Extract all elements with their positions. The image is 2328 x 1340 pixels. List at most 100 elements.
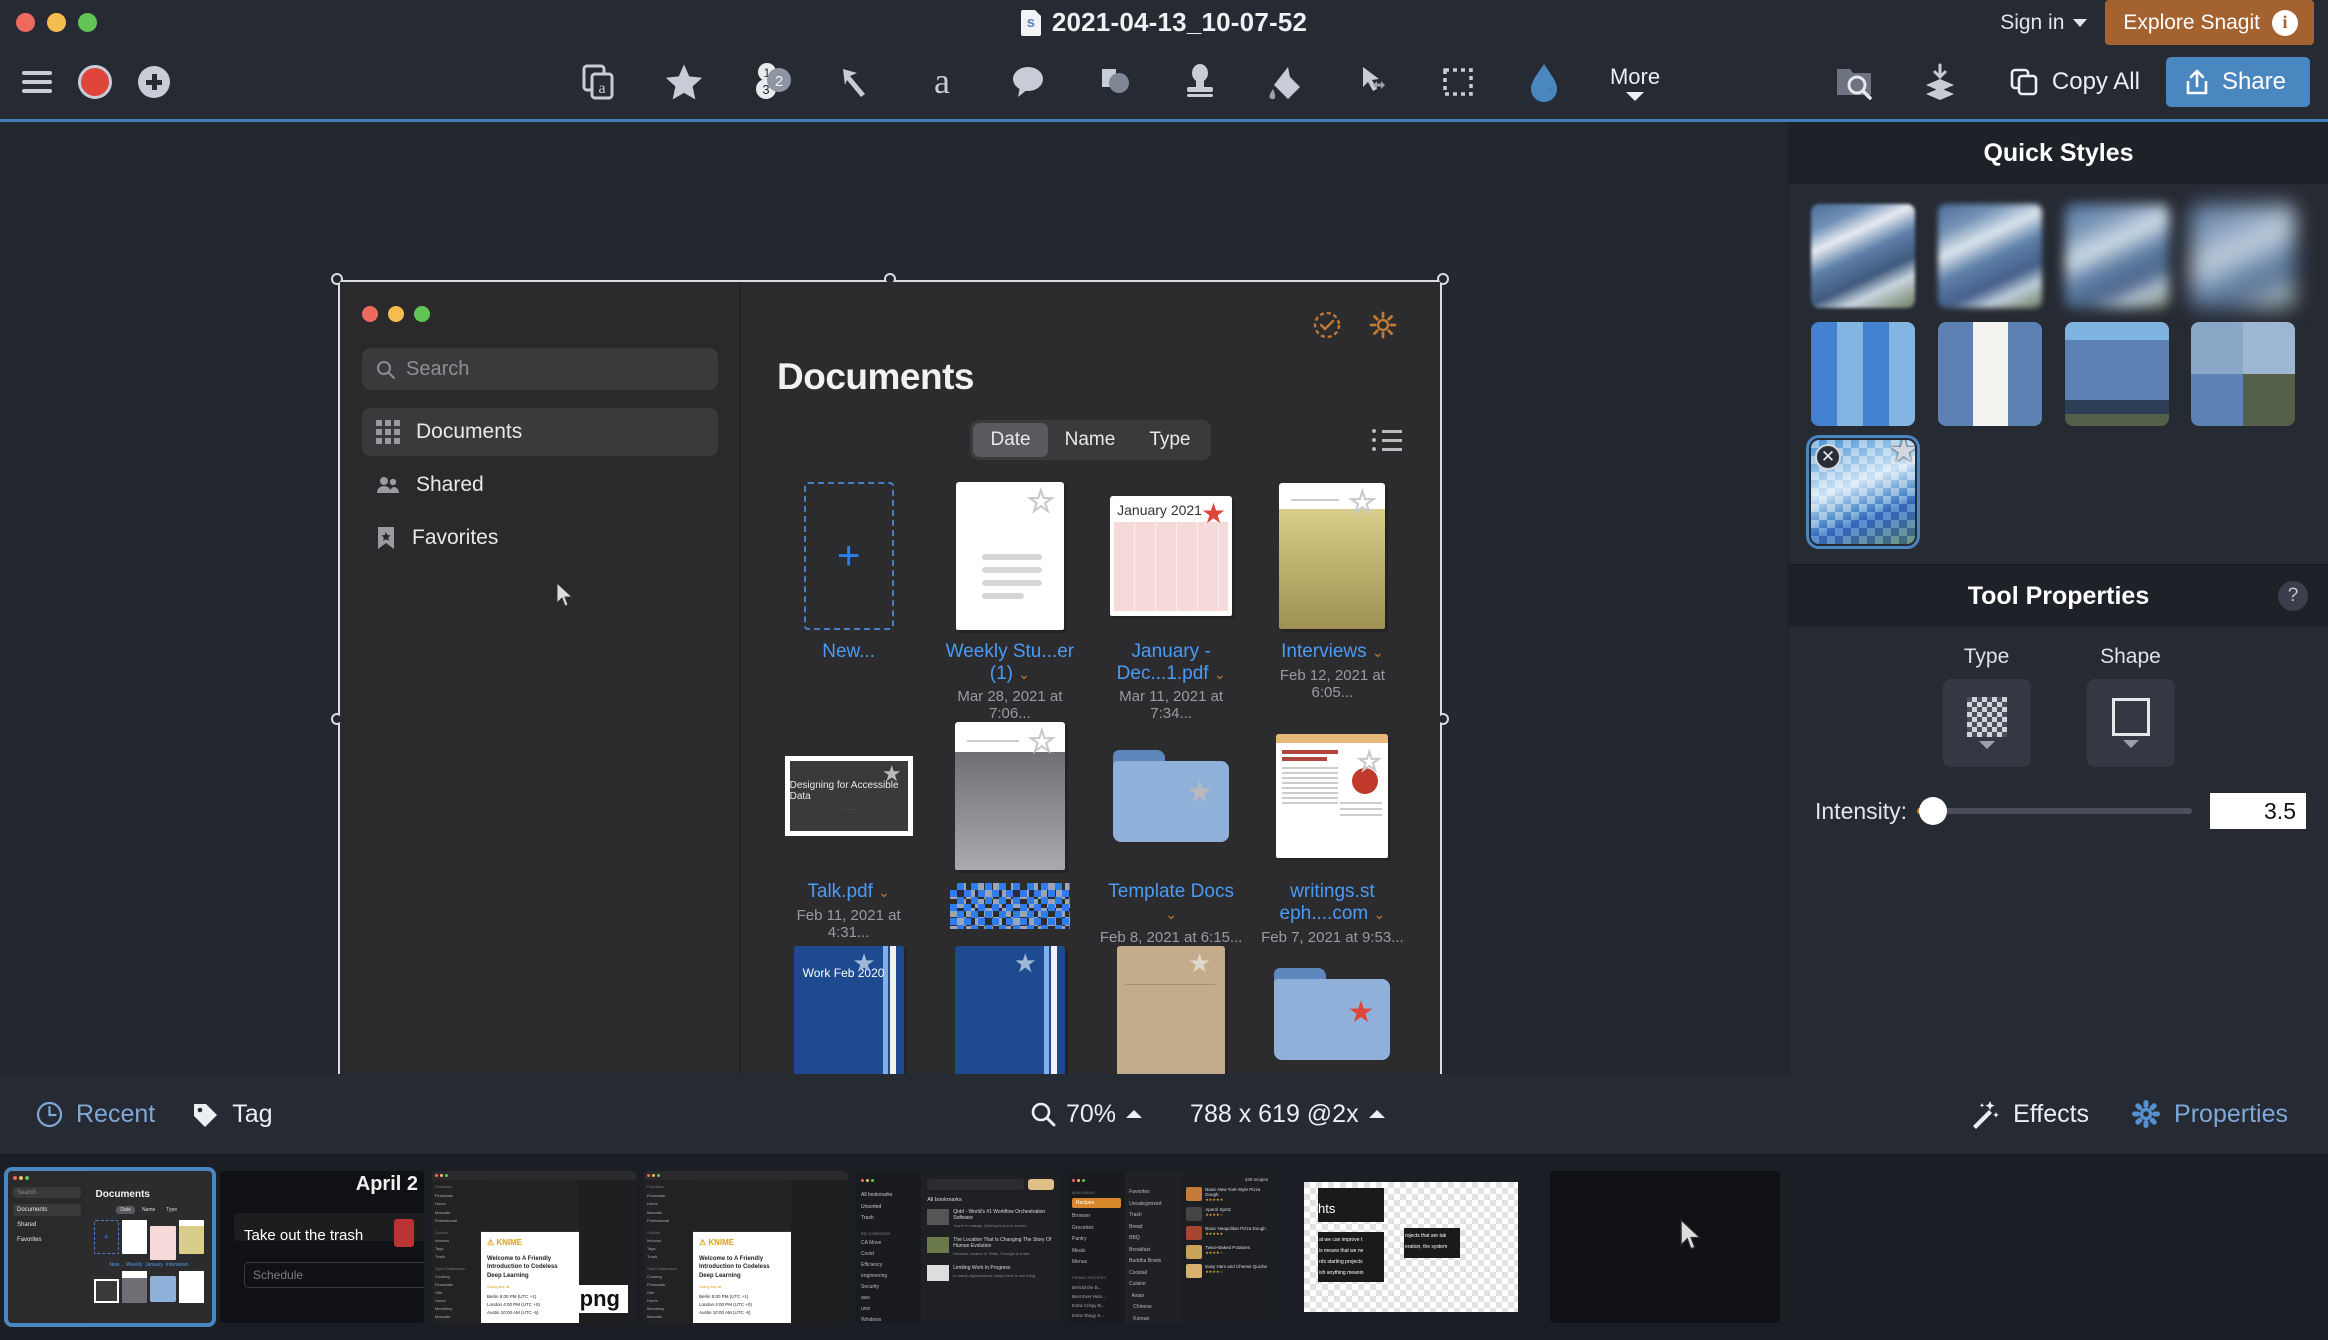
gear-icon[interactable] xyxy=(1368,310,1398,340)
plus-circle-icon[interactable] xyxy=(138,66,170,98)
filmstrip-item-knime-png[interactable]: Favorites Financials Home Manuals Professio… xyxy=(432,1171,636,1323)
star-icon[interactable]: ★ xyxy=(1027,487,1055,518)
flatten-layers-icon[interactable] xyxy=(1897,45,1983,119)
zoom-control[interactable]: 70% xyxy=(1030,1100,1143,1129)
question-mark-icon[interactable]: ? xyxy=(2278,581,2308,611)
star-icon[interactable]: ★ xyxy=(1014,950,1037,976)
file-item-redacted[interactable]: ★ xyxy=(936,722,1083,945)
new-document-placeholder[interactable]: + xyxy=(803,482,894,630)
canvas-area[interactable]: Search Documents Shared Favorites Docume… xyxy=(0,122,1788,1074)
filmstrip-item-recipes[interactable]: MAIN MENU Recipes Browser Groceries Pantry… xyxy=(1068,1171,1272,1323)
minimize-window-button[interactable] xyxy=(47,13,66,32)
callout-tool[interactable] xyxy=(985,45,1071,119)
shape-swatch-button[interactable] xyxy=(2086,679,2175,767)
star-icon[interactable]: ★ xyxy=(1186,778,1213,808)
dimensions-control[interactable]: 788 x 619 @2x xyxy=(1190,1100,1385,1129)
explore-snagit-button[interactable]: Explore Snagit i xyxy=(2105,0,2314,45)
file-item-january-pdf[interactable]: January 2021 ★ January - Dec...1.pdf ⌄ M… xyxy=(1098,482,1245,722)
arrow-tool[interactable] xyxy=(813,45,899,119)
star-icon[interactable]: ★ xyxy=(1357,749,1381,776)
selection-tool[interactable] xyxy=(1415,45,1501,119)
zoom-window-button[interactable] xyxy=(78,13,97,32)
fill-tool[interactable] xyxy=(1243,45,1329,119)
stamp-tool[interactable] xyxy=(1157,45,1243,119)
quick-style-pixelate-custom[interactable]: ✕ ★ xyxy=(1806,435,1920,549)
captured-minimize-button[interactable] xyxy=(388,306,404,322)
step-tool[interactable]: 132 xyxy=(727,45,813,119)
file-item-interviews[interactable]: ★ Interviews ⌄ Feb 12, 2021 at 6:05... xyxy=(1259,482,1406,722)
sort-tab-date[interactable]: Date xyxy=(973,423,1048,457)
file-item-writings[interactable]: ★ writings.st eph....com ⌄ Feb 7, 2021 a… xyxy=(1259,722,1406,946)
close-circle-icon[interactable]: ✕ xyxy=(1815,444,1841,470)
captured-zoom-button[interactable] xyxy=(414,306,430,322)
blur-tool[interactable] xyxy=(1501,45,1587,119)
intensity-slider[interactable] xyxy=(1917,797,2192,825)
intensity-value-field[interactable]: 3.5 xyxy=(2210,793,2306,829)
star-icon[interactable]: ★ xyxy=(1028,727,1056,758)
blue-folder-thumb: ★ xyxy=(1274,967,1391,1060)
star-icon[interactable]: ★ xyxy=(882,763,902,785)
file-item-weekly[interactable]: ★ Weekly Stu...er (1) ⌄ Mar 28, 2021 at … xyxy=(936,482,1083,722)
gear-icon xyxy=(2132,1100,2161,1128)
file-item-talk-pdf[interactable]: Designing for Accessible Data · · · · · … xyxy=(775,722,922,945)
filmstrip-item-documents-window[interactable]: Search Documents Shared Favorites Docume… xyxy=(4,1167,216,1327)
sidebar-item-favorites[interactable]: Favorites xyxy=(362,514,718,562)
sidebar-item-documents[interactable]: Documents xyxy=(362,408,718,456)
text-tool[interactable]: a xyxy=(899,45,985,119)
more-tools-button[interactable]: More xyxy=(1587,45,1683,119)
star-icon[interactable]: ★ xyxy=(1188,950,1211,976)
sign-in-button[interactable]: Sign in xyxy=(2000,10,2088,35)
star-icon[interactable]: ★ xyxy=(1348,488,1376,519)
type-swatch-button[interactable] xyxy=(1942,679,2031,767)
filmstrip-item-knime[interactable]: Favorites Financials Home Manuals Professio… xyxy=(644,1171,848,1323)
sidebar-item-shared[interactable]: Shared xyxy=(362,461,718,509)
star-icon[interactable]: ★ xyxy=(1201,500,1226,528)
quick-style-blur-max[interactable] xyxy=(2191,204,2296,308)
copy-text-tool[interactable]: a xyxy=(555,45,641,119)
hamburger-icon[interactable] xyxy=(22,71,52,93)
check-circle-icon[interactable] xyxy=(1312,310,1342,340)
file-item-red-star-folder[interactable]: ★ xyxy=(1259,946,1406,1060)
move-tool[interactable] xyxy=(1329,45,1415,119)
filmstrip-item-transparent-redacted[interactable]: hts at we can improve t is means that we … xyxy=(1280,1171,1542,1323)
file-item-tan-notebook[interactable]: ★ xyxy=(1098,945,1245,1074)
star-tool[interactable] xyxy=(641,45,727,119)
filmstrip-item-reminder[interactable]: April 2 Take out the trash Schedule xyxy=(220,1171,424,1323)
selected-image-object[interactable]: Search Documents Shared Favorites Docume… xyxy=(331,273,1449,1074)
effects-button[interactable]: Effects xyxy=(1970,1099,2089,1129)
shape-tool[interactable] xyxy=(1071,45,1157,119)
copy-all-button[interactable]: Copy All xyxy=(1983,67,2166,97)
quick-style-blur-medium[interactable] xyxy=(1937,204,2042,308)
recent-captures-tray[interactable]: Search Documents Shared Favorites Docume… xyxy=(0,1154,2328,1340)
star-icon[interactable]: ★ xyxy=(1347,997,1374,1028)
share-label: Share xyxy=(2221,68,2286,95)
star-icon[interactable]: ★ xyxy=(852,950,875,976)
list-view-icon[interactable] xyxy=(1372,429,1402,451)
quick-style-blur-strong[interactable] xyxy=(2064,204,2169,308)
filmstrip-item-bookmarks[interactable]: All bookmarks Unsorted Trash My Collection… xyxy=(856,1171,1060,1323)
close-window-button[interactable] xyxy=(16,13,35,32)
recent-button[interactable]: Recent xyxy=(36,1100,155,1129)
quick-style-pixelate-max[interactable] xyxy=(2191,322,2296,426)
captured-search-input[interactable]: Search xyxy=(362,348,718,390)
file-item-blue-notebook[interactable]: ★ xyxy=(936,945,1083,1074)
record-circle-icon[interactable] xyxy=(78,65,112,99)
file-item-new[interactable]: + New... xyxy=(775,482,922,722)
file-item-work-feb-2020[interactable]: Work Feb 2020 ★ xyxy=(775,945,922,1074)
sort-tab-type[interactable]: Type xyxy=(1132,423,1207,457)
sort-tab-name[interactable]: Name xyxy=(1048,423,1133,457)
quick-style-blur-light[interactable] xyxy=(1811,204,1915,308)
sign-in-label: Sign in xyxy=(2000,10,2065,34)
quick-style-pixelate-fine[interactable] xyxy=(1811,322,1915,426)
find-in-folder-icon[interactable] xyxy=(1811,45,1897,119)
captured-close-button[interactable] xyxy=(362,306,378,322)
quick-style-pixelate-medium[interactable] xyxy=(1937,322,2042,426)
intensity-slider-knob[interactable] xyxy=(1919,797,1948,825)
quick-style-pixelate-coarse[interactable] xyxy=(2064,322,2169,426)
star-icon[interactable]: ★ xyxy=(1889,440,1915,468)
share-button[interactable]: Share xyxy=(2165,57,2310,107)
properties-button[interactable]: Properties xyxy=(2131,1099,2288,1129)
file-item-template-docs[interactable]: ★ Template Docs ⌄ Feb 8, 2021 at 6:15... xyxy=(1098,722,1245,946)
tag-button[interactable]: Tag xyxy=(191,1100,273,1129)
filmstrip-item-dark-text[interactable]: st one is that v xyxy=(1550,1171,1780,1323)
